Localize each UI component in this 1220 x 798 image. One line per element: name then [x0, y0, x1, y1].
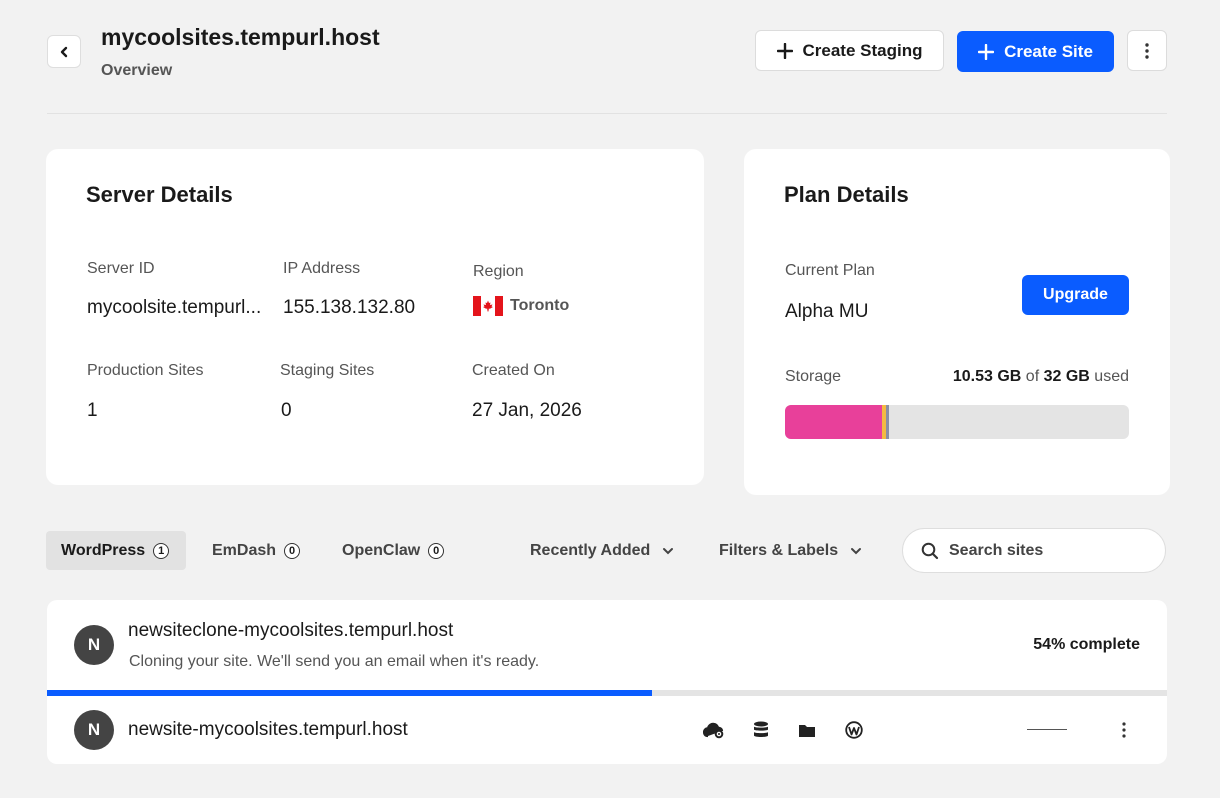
storage-total: 32 GB [1043, 368, 1090, 385]
server-id-value: mycoolsite.tempurl... [87, 297, 262, 318]
plus-icon [776, 42, 793, 59]
plan-details-title: Plan Details [784, 182, 909, 207]
server-details-title: Server Details [86, 182, 233, 207]
current-plan-value: Alpha MU [785, 301, 869, 322]
storage-bar [785, 405, 1129, 439]
tab-openclaw[interactable]: OpenClaw 0 [327, 531, 459, 570]
search-icon [921, 542, 939, 559]
sort-label: Recently Added [530, 541, 651, 559]
more-options-button[interactable] [1127, 30, 1167, 71]
current-plan-label: Current Plan [785, 262, 875, 279]
ip-address-value: 155.138.132.80 [283, 297, 416, 318]
avatar: N [74, 710, 114, 750]
kebab-menu-icon [1145, 42, 1149, 59]
kebab-menu-icon [1122, 722, 1126, 738]
storage-suffix: used [1094, 368, 1129, 385]
chevron-left-icon [60, 46, 68, 57]
storage-segment-primary [785, 405, 882, 439]
tab-wordpress[interactable]: WordPress 1 [46, 531, 186, 570]
sort-dropdown[interactable]: Recently Added [530, 531, 674, 570]
create-staging-button[interactable]: Create Staging [755, 30, 944, 71]
storage-of: of [1025, 368, 1040, 385]
canada-flag-icon [473, 296, 503, 316]
production-sites-value: 1 [87, 400, 98, 421]
wordpress-icon[interactable] [843, 719, 865, 741]
search-box[interactable] [902, 528, 1166, 573]
staging-sites-label: Staging Sites [280, 362, 375, 379]
region-label: Region [473, 263, 524, 280]
avatar: N [74, 625, 114, 665]
sites-list: N newsiteclone-mycoolsites.tempurl.host … [47, 600, 1167, 764]
tab-count-badge: 0 [428, 542, 445, 559]
region-value: Toronto [473, 296, 569, 316]
region-name: Toronto [510, 297, 570, 314]
progress-label: 54% complete [1033, 636, 1140, 653]
database-icon[interactable] [750, 719, 772, 741]
site-name[interactable]: newsiteclone-mycoolsites.tempurl.host [128, 620, 453, 642]
created-on-label: Created On [472, 362, 555, 379]
storage-used: 10.53 GB [952, 368, 1022, 385]
filters-dropdown[interactable]: Filters & Labels [719, 531, 862, 570]
tab-count-badge: 1 [153, 542, 170, 559]
tab-label: WordPress [61, 541, 146, 559]
status-placeholder-dash [1027, 729, 1067, 730]
site-status-message: Cloning your site. We'll send you an ema… [129, 653, 540, 670]
create-site-button[interactable]: Create Site [957, 31, 1114, 72]
back-button[interactable] [47, 35, 81, 68]
clone-progress-fill [47, 690, 652, 696]
tab-emdash[interactable]: EmDash 0 [197, 531, 315, 570]
tab-label: EmDash [212, 541, 277, 559]
chevron-down-icon [851, 547, 862, 554]
server-id-label: Server ID [87, 260, 155, 277]
staging-sites-value: 0 [281, 400, 292, 421]
create-site-label: Create Site [1004, 41, 1093, 61]
storage-label: Storage [785, 368, 842, 385]
storage-segment-tertiary [885, 405, 889, 439]
tab-label: OpenClaw [342, 541, 421, 559]
folder-icon[interactable] [796, 719, 818, 741]
site-more-options-button[interactable] [1111, 718, 1137, 742]
storage-usage-text: 10.53 GB of 32 GB used [953, 368, 1129, 386]
tab-count-badge: 0 [284, 542, 301, 559]
header-divider [47, 113, 1167, 114]
create-staging-label: Create Staging [802, 40, 923, 60]
page-subtitle: Overview [101, 62, 173, 79]
search-input[interactable] [949, 541, 1149, 560]
created-on-value: 27 Jan, 2026 [472, 400, 582, 421]
production-sites-label: Production Sites [87, 362, 204, 379]
clone-progress-bar [47, 690, 1167, 696]
page-title: mycoolsites.tempurl.host [101, 24, 380, 50]
site-name[interactable]: newsite-mycoolsites.tempurl.host [128, 719, 408, 741]
plus-icon [978, 43, 995, 60]
filters-label: Filters & Labels [719, 541, 839, 559]
cloud-gear-icon[interactable] [703, 719, 725, 741]
chevron-down-icon [663, 547, 674, 554]
upgrade-button[interactable]: Upgrade [1022, 275, 1129, 315]
ip-address-label: IP Address [283, 260, 361, 277]
